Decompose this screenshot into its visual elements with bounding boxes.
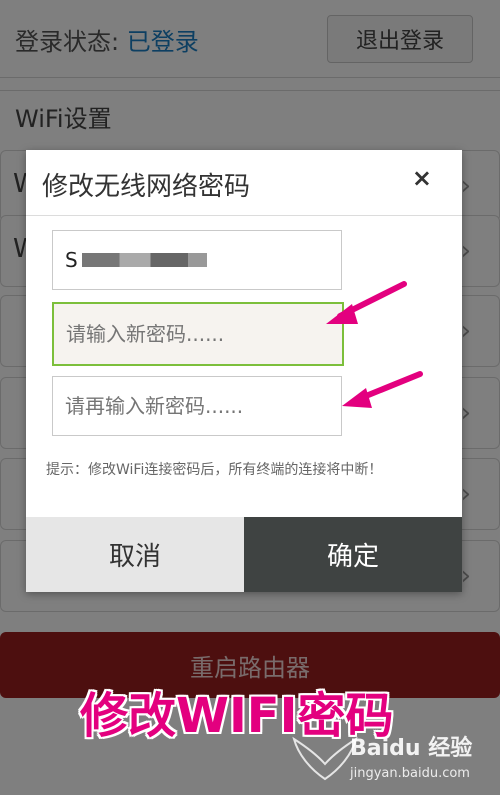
- cancel-button[interactable]: 取消: [26, 517, 244, 592]
- confirm-password-input[interactable]: [52, 376, 342, 436]
- ssid-redaction: [81, 253, 207, 267]
- dialog-title: 修改无线网络密码: [42, 172, 251, 202]
- new-password-input[interactable]: [52, 302, 344, 366]
- watermark-brand: Baidu 经验: [350, 736, 473, 761]
- password-change-hint: 提示：修改WiFi连接密码后，所有终端的连接将中断！: [46, 462, 383, 478]
- annotation-arrow-icon: [326, 281, 407, 324]
- ssid-field[interactable]: S: [52, 230, 342, 290]
- watermark-url: jingyan.baidu.com: [350, 766, 470, 781]
- baidu-watermark: Baidu 经验 jingyan.baidu.com: [292, 730, 490, 790]
- dialog-header: 修改无线网络密码 ×: [26, 150, 462, 216]
- annotation-arrow-icon: [342, 371, 423, 408]
- close-icon[interactable]: ×: [412, 164, 432, 192]
- confirm-button[interactable]: 确定: [244, 517, 462, 592]
- ssid-value: S: [65, 248, 78, 272]
